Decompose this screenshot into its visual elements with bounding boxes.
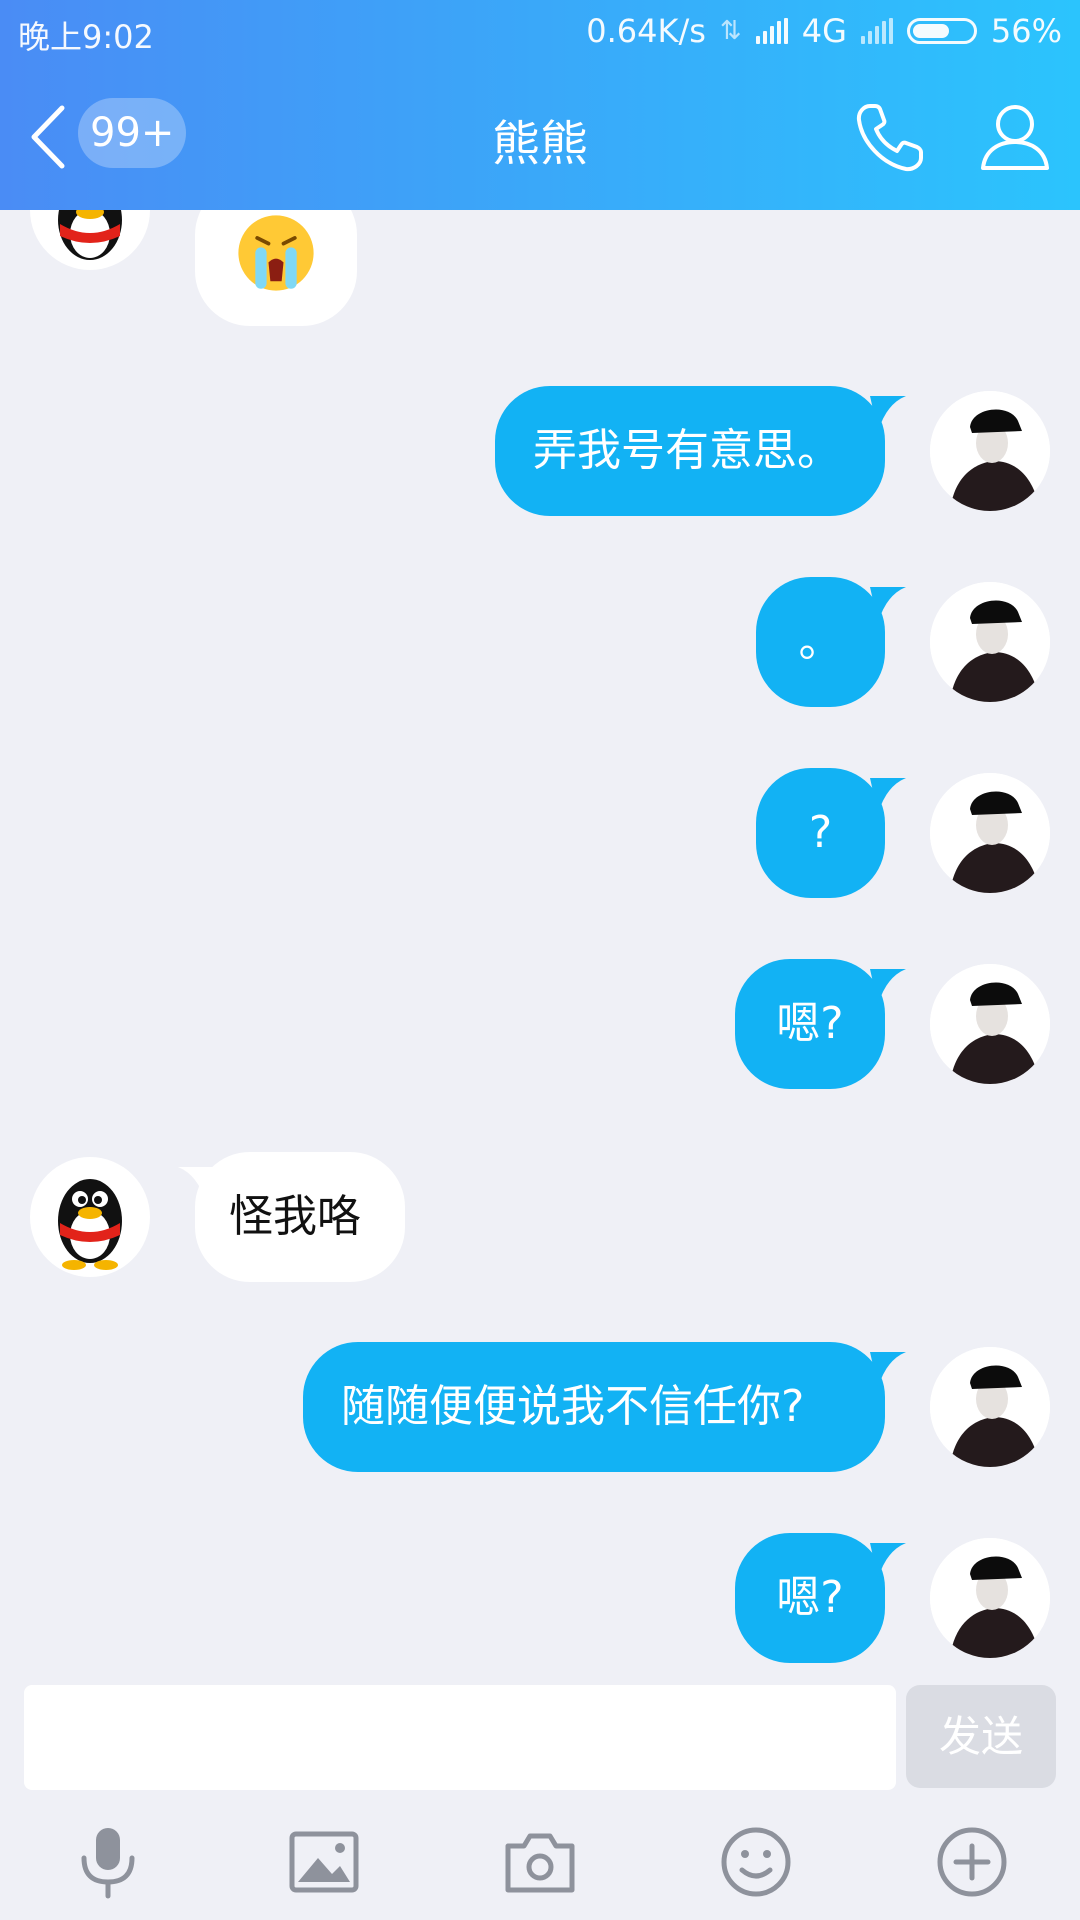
user-photo-icon	[930, 1347, 1050, 1467]
bubble-tail	[870, 396, 906, 432]
header: 晚上9:02 0.64K/s ⇅ 4G 56% 99+ 熊熊	[0, 0, 1080, 210]
message-text: 嗯?	[776, 998, 844, 1049]
crying-face-emoji-icon	[238, 215, 314, 291]
profile-icon[interactable]	[975, 98, 1055, 178]
network-type: 4G	[801, 12, 847, 50]
message-input[interactable]	[24, 1685, 896, 1790]
my-avatar[interactable]	[930, 964, 1050, 1084]
message-bubble-outgoing[interactable]: 嗯?	[735, 959, 885, 1089]
bubble-tail	[870, 778, 906, 814]
status-bar: 晚上9:02 0.64K/s ⇅ 4G 56%	[0, 0, 1080, 62]
battery-level: 56%	[990, 12, 1062, 50]
user-photo-icon	[930, 1538, 1050, 1658]
my-avatar[interactable]	[930, 391, 1050, 511]
signal-icon-2	[860, 18, 893, 44]
penguin-icon	[58, 1179, 122, 1270]
message-bubble-outgoing[interactable]: 随随便便说我不信任你?	[303, 1342, 885, 1472]
penguin-icon	[58, 210, 122, 260]
bubble-tail	[870, 1543, 906, 1579]
contact-avatar[interactable]	[30, 1157, 150, 1277]
send-button[interactable]: 发送	[906, 1685, 1056, 1788]
image-icon[interactable]	[284, 1822, 364, 1902]
message-bubble-incoming[interactable]	[195, 210, 357, 326]
user-photo-icon	[930, 773, 1050, 893]
battery-icon	[906, 18, 977, 44]
contact-avatar[interactable]	[30, 210, 150, 270]
user-photo-icon	[930, 964, 1050, 1084]
message-bubble-incoming[interactable]: 怪我咯	[195, 1152, 405, 1282]
data-transfer-icon: ⇅	[719, 16, 742, 46]
message-text: 嗯?	[776, 1572, 844, 1623]
status-time: 晚上9:02	[18, 18, 154, 56]
message-bubble-outgoing[interactable]: 弄我号有意思。	[495, 386, 885, 516]
message-text: 随随便便说我不信任你?	[341, 1381, 805, 1432]
emoji-icon[interactable]	[716, 1822, 796, 1902]
bubble-tail	[870, 1352, 906, 1388]
network-speed: 0.64K/s	[586, 12, 706, 50]
nav-bar: 99+ 熊熊	[0, 62, 1080, 210]
message-text: 怪我咯	[229, 1191, 361, 1242]
message-bubble-outgoing[interactable]: 。	[756, 577, 885, 707]
input-toolbar	[0, 1800, 1080, 1920]
bubble-tail	[870, 969, 906, 1005]
signal-icon	[755, 18, 788, 44]
bubble-tail	[870, 587, 906, 623]
message-text: 弄我号有意思。	[533, 425, 841, 476]
plus-icon[interactable]	[932, 1822, 1012, 1902]
microphone-icon[interactable]	[68, 1822, 148, 1902]
phone-icon[interactable]	[850, 98, 930, 178]
message-list[interactable]: 弄我号有意思。 。 ? 嗯? 怪我咯 随随便便说我不信任你? 嗯?	[0, 210, 1080, 1670]
user-photo-icon	[930, 582, 1050, 702]
message-bubble-outgoing[interactable]: 嗯?	[735, 1533, 885, 1663]
my-avatar[interactable]	[930, 1538, 1050, 1658]
camera-icon[interactable]	[500, 1822, 580, 1902]
user-photo-icon	[930, 391, 1050, 511]
status-right: 0.64K/s ⇅ 4G 56%	[586, 12, 1062, 50]
my-avatar[interactable]	[930, 582, 1050, 702]
message-text: ?	[808, 807, 833, 858]
message-bubble-outgoing[interactable]: ?	[756, 768, 885, 898]
my-avatar[interactable]	[930, 773, 1050, 893]
my-avatar[interactable]	[930, 1347, 1050, 1467]
message-text: 。	[798, 616, 843, 667]
